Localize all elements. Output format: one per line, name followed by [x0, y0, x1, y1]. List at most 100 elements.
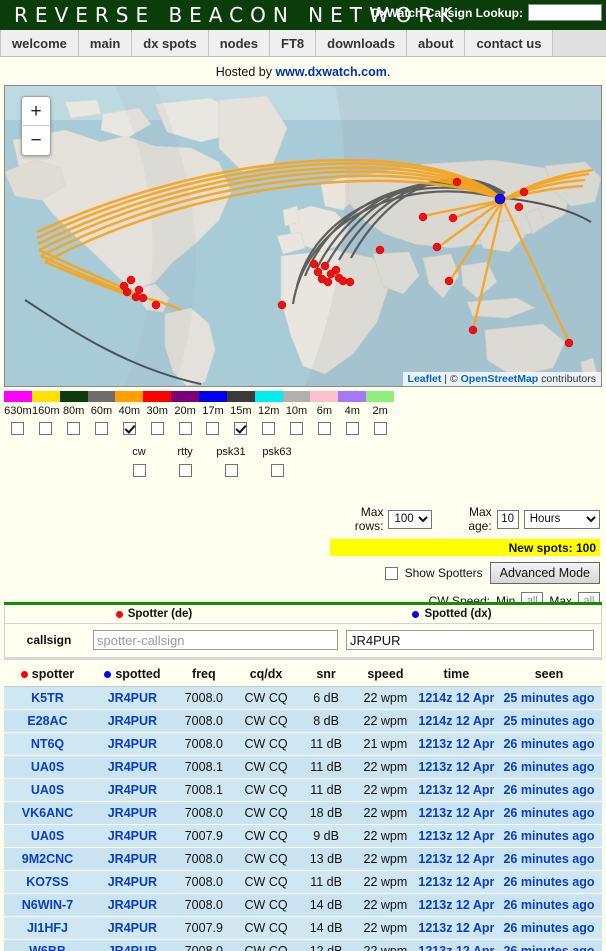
mode-checkbox-cw[interactable]: [132, 464, 146, 477]
cell-spotter[interactable]: UA0S: [4, 824, 91, 848]
cell-speed: 22 wpm: [353, 939, 417, 951]
mode-checkbox-psk31[interactable]: [224, 464, 238, 477]
cell-speed: 22 wpm: [353, 778, 417, 802]
leaflet-link[interactable]: Leaflet: [408, 373, 442, 385]
band-checkbox-10m[interactable]: [290, 422, 304, 435]
cell-spotted[interactable]: JR4PUR: [90, 939, 174, 951]
attrib-separator: | ©: [441, 373, 461, 385]
table-row[interactable]: JI1HFJ JR4PUR 7007.9 CW CQ 14 dB 22 wpm …: [4, 916, 602, 940]
cell-speed: 22 wpm: [353, 801, 417, 825]
cell-spotter[interactable]: UA0S: [4, 778, 91, 802]
cell-spotter[interactable]: W6BB: [4, 939, 91, 951]
cell-spotter[interactable]: N6WIN-7: [4, 893, 91, 917]
table-row[interactable]: E28AC JR4PUR 7008.0 CW CQ 8 dB 22 wpm 12…: [4, 709, 602, 733]
cell-spotter[interactable]: JI1HFJ: [4, 916, 91, 940]
table-row[interactable]: NT6Q JR4PUR 7008.0 CW CQ 11 dB 21 wpm 12…: [4, 732, 602, 756]
nav-item-downloads[interactable]: downloads: [316, 30, 408, 56]
propagation-map[interactable]: + − Leaflet | © OpenStreetMap contributo…: [4, 85, 602, 387]
header-speed[interactable]: speed: [353, 663, 417, 687]
spots-table-body: K5TR JR4PUR 7008.0 CW CQ 6 dB 22 wpm 121…: [4, 686, 602, 951]
table-row[interactable]: W6BB JR4PUR 7008.0 CW CQ 12 dB 22 wpm 12…: [4, 939, 602, 951]
header-time[interactable]: time: [416, 663, 496, 687]
header-freq[interactable]: freq: [173, 663, 234, 687]
cell-spotted[interactable]: JR4PUR: [90, 686, 174, 710]
header-spotter[interactable]: spotter: [4, 663, 91, 687]
cell-spotted[interactable]: JR4PUR: [90, 778, 174, 802]
band-checkbox-30m[interactable]: [150, 422, 164, 435]
cell-time: 1213z 12 Apr: [416, 755, 496, 779]
nav-item-main[interactable]: main: [78, 30, 133, 56]
table-row[interactable]: 9M2CNC JR4PUR 7008.0 CW CQ 13 dB 22 wpm …: [4, 847, 602, 871]
cell-spotted[interactable]: JR4PUR: [90, 916, 174, 940]
zoom-out-button[interactable]: −: [22, 126, 50, 155]
table-row[interactable]: KO7SS JR4PUR 7008.0 CW CQ 11 dB 22 wpm 1…: [4, 870, 602, 894]
callsign-lookup-input[interactable]: [528, 4, 602, 21]
cell-speed: 22 wpm: [353, 686, 417, 710]
cell-speed: 21 wpm: [353, 732, 417, 756]
header-spotted[interactable]: spotted: [90, 663, 174, 687]
band-checkbox-12m[interactable]: [262, 422, 276, 435]
cell-spotted[interactable]: JR4PUR: [90, 847, 174, 871]
cell-spotted[interactable]: JR4PUR: [90, 824, 174, 848]
header-seen[interactable]: seen: [495, 663, 602, 687]
max-rows-select[interactable]: 100: [388, 509, 433, 529]
band-checkbox-60m[interactable]: [95, 422, 108, 435]
cell-spotted[interactable]: JR4PUR: [90, 801, 174, 825]
zoom-in-button[interactable]: +: [22, 97, 50, 126]
table-row[interactable]: VK6ANC JR4PUR 7008.0 CW CQ 18 dB 22 wpm …: [4, 801, 602, 825]
header-snr[interactable]: snr: [298, 663, 354, 687]
band-checkbox-80m[interactable]: [67, 422, 81, 435]
cell-spotter[interactable]: UA0S: [4, 755, 91, 779]
table-row[interactable]: UA0S JR4PUR 7008.1 CW CQ 11 dB 22 wpm 12…: [4, 778, 602, 802]
cell-spotted[interactable]: JR4PUR: [90, 732, 174, 756]
cell-spotter[interactable]: NT6Q: [4, 732, 91, 756]
cell-spotter[interactable]: VK6ANC: [4, 801, 91, 825]
nav-item-contact-us[interactable]: contact us: [465, 30, 554, 56]
filter-input-row: callsign: [5, 624, 601, 659]
spotted-callsign-input[interactable]: [346, 630, 594, 650]
nav-item-nodes[interactable]: nodes: [208, 30, 271, 56]
cell-spotted[interactable]: JR4PUR: [90, 893, 174, 917]
cell-spotter[interactable]: 9M2CNC: [4, 847, 91, 871]
table-row[interactable]: K5TR JR4PUR 7008.0 CW CQ 6 dB 22 wpm 121…: [4, 686, 602, 710]
table-row[interactable]: UA0S JR4PUR 7008.1 CW CQ 11 dB 22 wpm 12…: [4, 755, 602, 779]
nav-item-ft8[interactable]: FT8: [270, 30, 317, 56]
band-checkbox-17m[interactable]: [206, 422, 220, 435]
cell-cqdx: CW CQ: [233, 732, 299, 756]
band-swatch-60m: [87, 391, 116, 402]
band-swatch-17m: [199, 391, 227, 402]
cell-freq: 7008.0: [173, 709, 234, 733]
cell-spotter[interactable]: KO7SS: [4, 870, 91, 894]
nav-item-dx-spots[interactable]: dx spots: [132, 30, 209, 56]
band-checkbox-6m[interactable]: [317, 422, 331, 435]
advanced-mode-button[interactable]: Advanced Mode: [489, 562, 600, 584]
header-cqdx[interactable]: cq/dx: [233, 663, 299, 687]
spotter-callsign-input[interactable]: [93, 630, 338, 650]
band-checkbox-4m[interactable]: [345, 422, 359, 435]
band-checkbox-630m[interactable]: [11, 422, 25, 435]
cell-spotted[interactable]: JR4PUR: [90, 709, 174, 733]
nav-item-about[interactable]: about: [407, 30, 466, 56]
mode-checkbox-rtty[interactable]: [178, 464, 192, 477]
cell-spotted[interactable]: JR4PUR: [90, 870, 174, 894]
cell-spotted[interactable]: JR4PUR: [90, 755, 174, 779]
cell-spotter[interactable]: K5TR: [4, 686, 91, 710]
table-row[interactable]: UA0S JR4PUR 7007.9 CW CQ 9 dB 22 wpm 121…: [4, 824, 602, 848]
band-selector: 630m 160m 80m 60m 40m 30m 20m 17m 15m 12…: [0, 387, 606, 435]
band-color-legend: [4, 391, 395, 402]
band-checkbox-160m[interactable]: [39, 422, 53, 435]
band-checkbox-20m[interactable]: [178, 422, 192, 435]
band-checkbox-15m[interactable]: [234, 422, 248, 435]
openstreetmap-link[interactable]: OpenStreetMap: [461, 373, 539, 385]
max-age-unit-select[interactable]: Hours: [523, 509, 600, 529]
cell-cqdx: CW CQ: [233, 686, 299, 710]
show-spotters-checkbox[interactable]: [384, 566, 398, 580]
max-age-input[interactable]: [496, 509, 519, 529]
dxwatch-link[interactable]: www.dxwatch.com: [275, 65, 386, 79]
nav-item-welcome[interactable]: welcome: [0, 30, 79, 56]
cell-spotter[interactable]: E28AC: [4, 709, 91, 733]
mode-checkbox-psk63[interactable]: [270, 464, 284, 477]
table-row[interactable]: N6WIN-7 JR4PUR 7008.0 CW CQ 14 dB 22 wpm…: [4, 893, 602, 917]
band-checkbox-2m[interactable]: [373, 422, 387, 435]
band-checkbox-40m[interactable]: [122, 422, 136, 435]
